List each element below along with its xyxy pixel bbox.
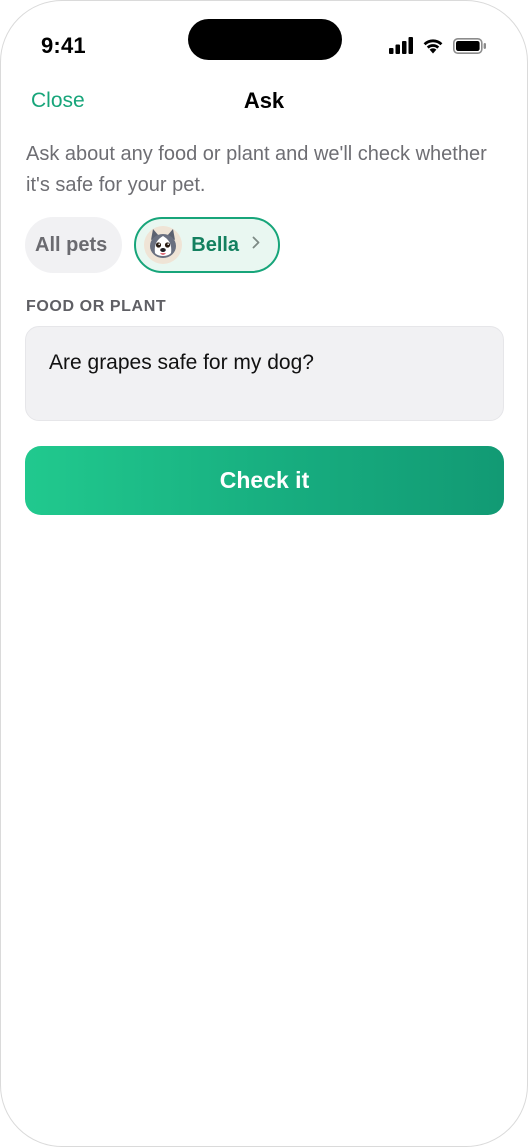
wifi-icon: [422, 37, 444, 54]
status-icons: [389, 37, 487, 54]
all-pets-chip[interactable]: All pets: [25, 217, 123, 273]
description-text: Ask about any food or plant and we'll ch…: [26, 143, 487, 196]
pet-selector: All pets Bella: [25, 217, 281, 273]
status-bar: 9:41: [1, 1, 527, 71]
pet-name-label: Bella: [191, 233, 240, 256]
avatar: [144, 226, 183, 264]
check-it-button[interactable]: Check it: [25, 446, 504, 515]
pet-chip-bella[interactable]: Bella: [134, 217, 281, 273]
phone-screen: 9:41 Close Ask Ask about any food or pla…: [0, 0, 528, 1147]
food-or-plant-input[interactable]: Are grapes safe for my dog?: [25, 326, 504, 421]
status-time: 9:41: [41, 33, 86, 58]
nav-bar: Close Ask: [1, 81, 527, 121]
field-label: FOOD OR PLANT: [26, 298, 167, 315]
husky-dog-avatar-icon: [144, 226, 183, 264]
battery-icon: [453, 37, 487, 54]
cellular-signal-icon: [389, 37, 413, 54]
chevron-right-icon: [252, 236, 260, 254]
page-title: Ask: [243, 88, 285, 113]
dynamic-island: [188, 19, 342, 60]
